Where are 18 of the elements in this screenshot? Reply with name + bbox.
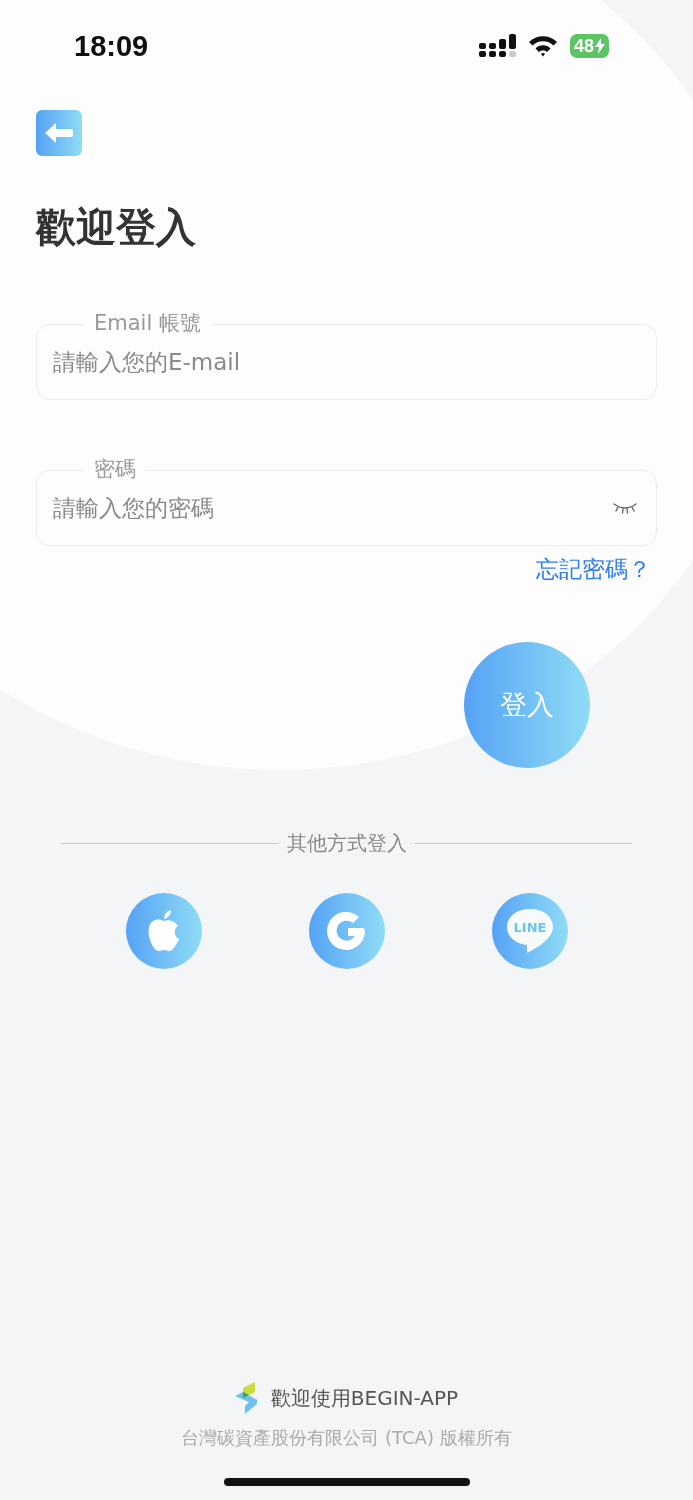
- left-arrow-icon: [45, 123, 73, 143]
- divider-label: 其他方式登入: [286, 830, 407, 857]
- brand-logo-icon: [234, 1382, 257, 1414]
- login-button[interactable]: 登入: [464, 642, 590, 768]
- forgot-password-link[interactable]: 忘記密碼？: [536, 554, 651, 584]
- status-time: 18:09: [74, 29, 149, 63]
- footer-brand-text: 歡迎使用BEGIN-APP: [270, 1384, 459, 1412]
- line-login-button[interactable]: LINE: [491, 893, 568, 969]
- page-title: 歡迎登入: [36, 204, 197, 250]
- line-logo-icon: LINE: [504, 907, 555, 955]
- field-label: 密碼: [84, 456, 146, 482]
- signal-icon: [478, 34, 516, 58]
- wifi-icon: [527, 35, 558, 57]
- back-button[interactable]: [36, 110, 82, 156]
- field-label: Email 帳號: [84, 310, 211, 336]
- closed-eye-icon[interactable]: [613, 502, 637, 514]
- battery-indicator: 48: [569, 34, 609, 58]
- copyright-text: 台灣碳資產股份有限公司 (TCA) 版權所有: [181, 1426, 512, 1450]
